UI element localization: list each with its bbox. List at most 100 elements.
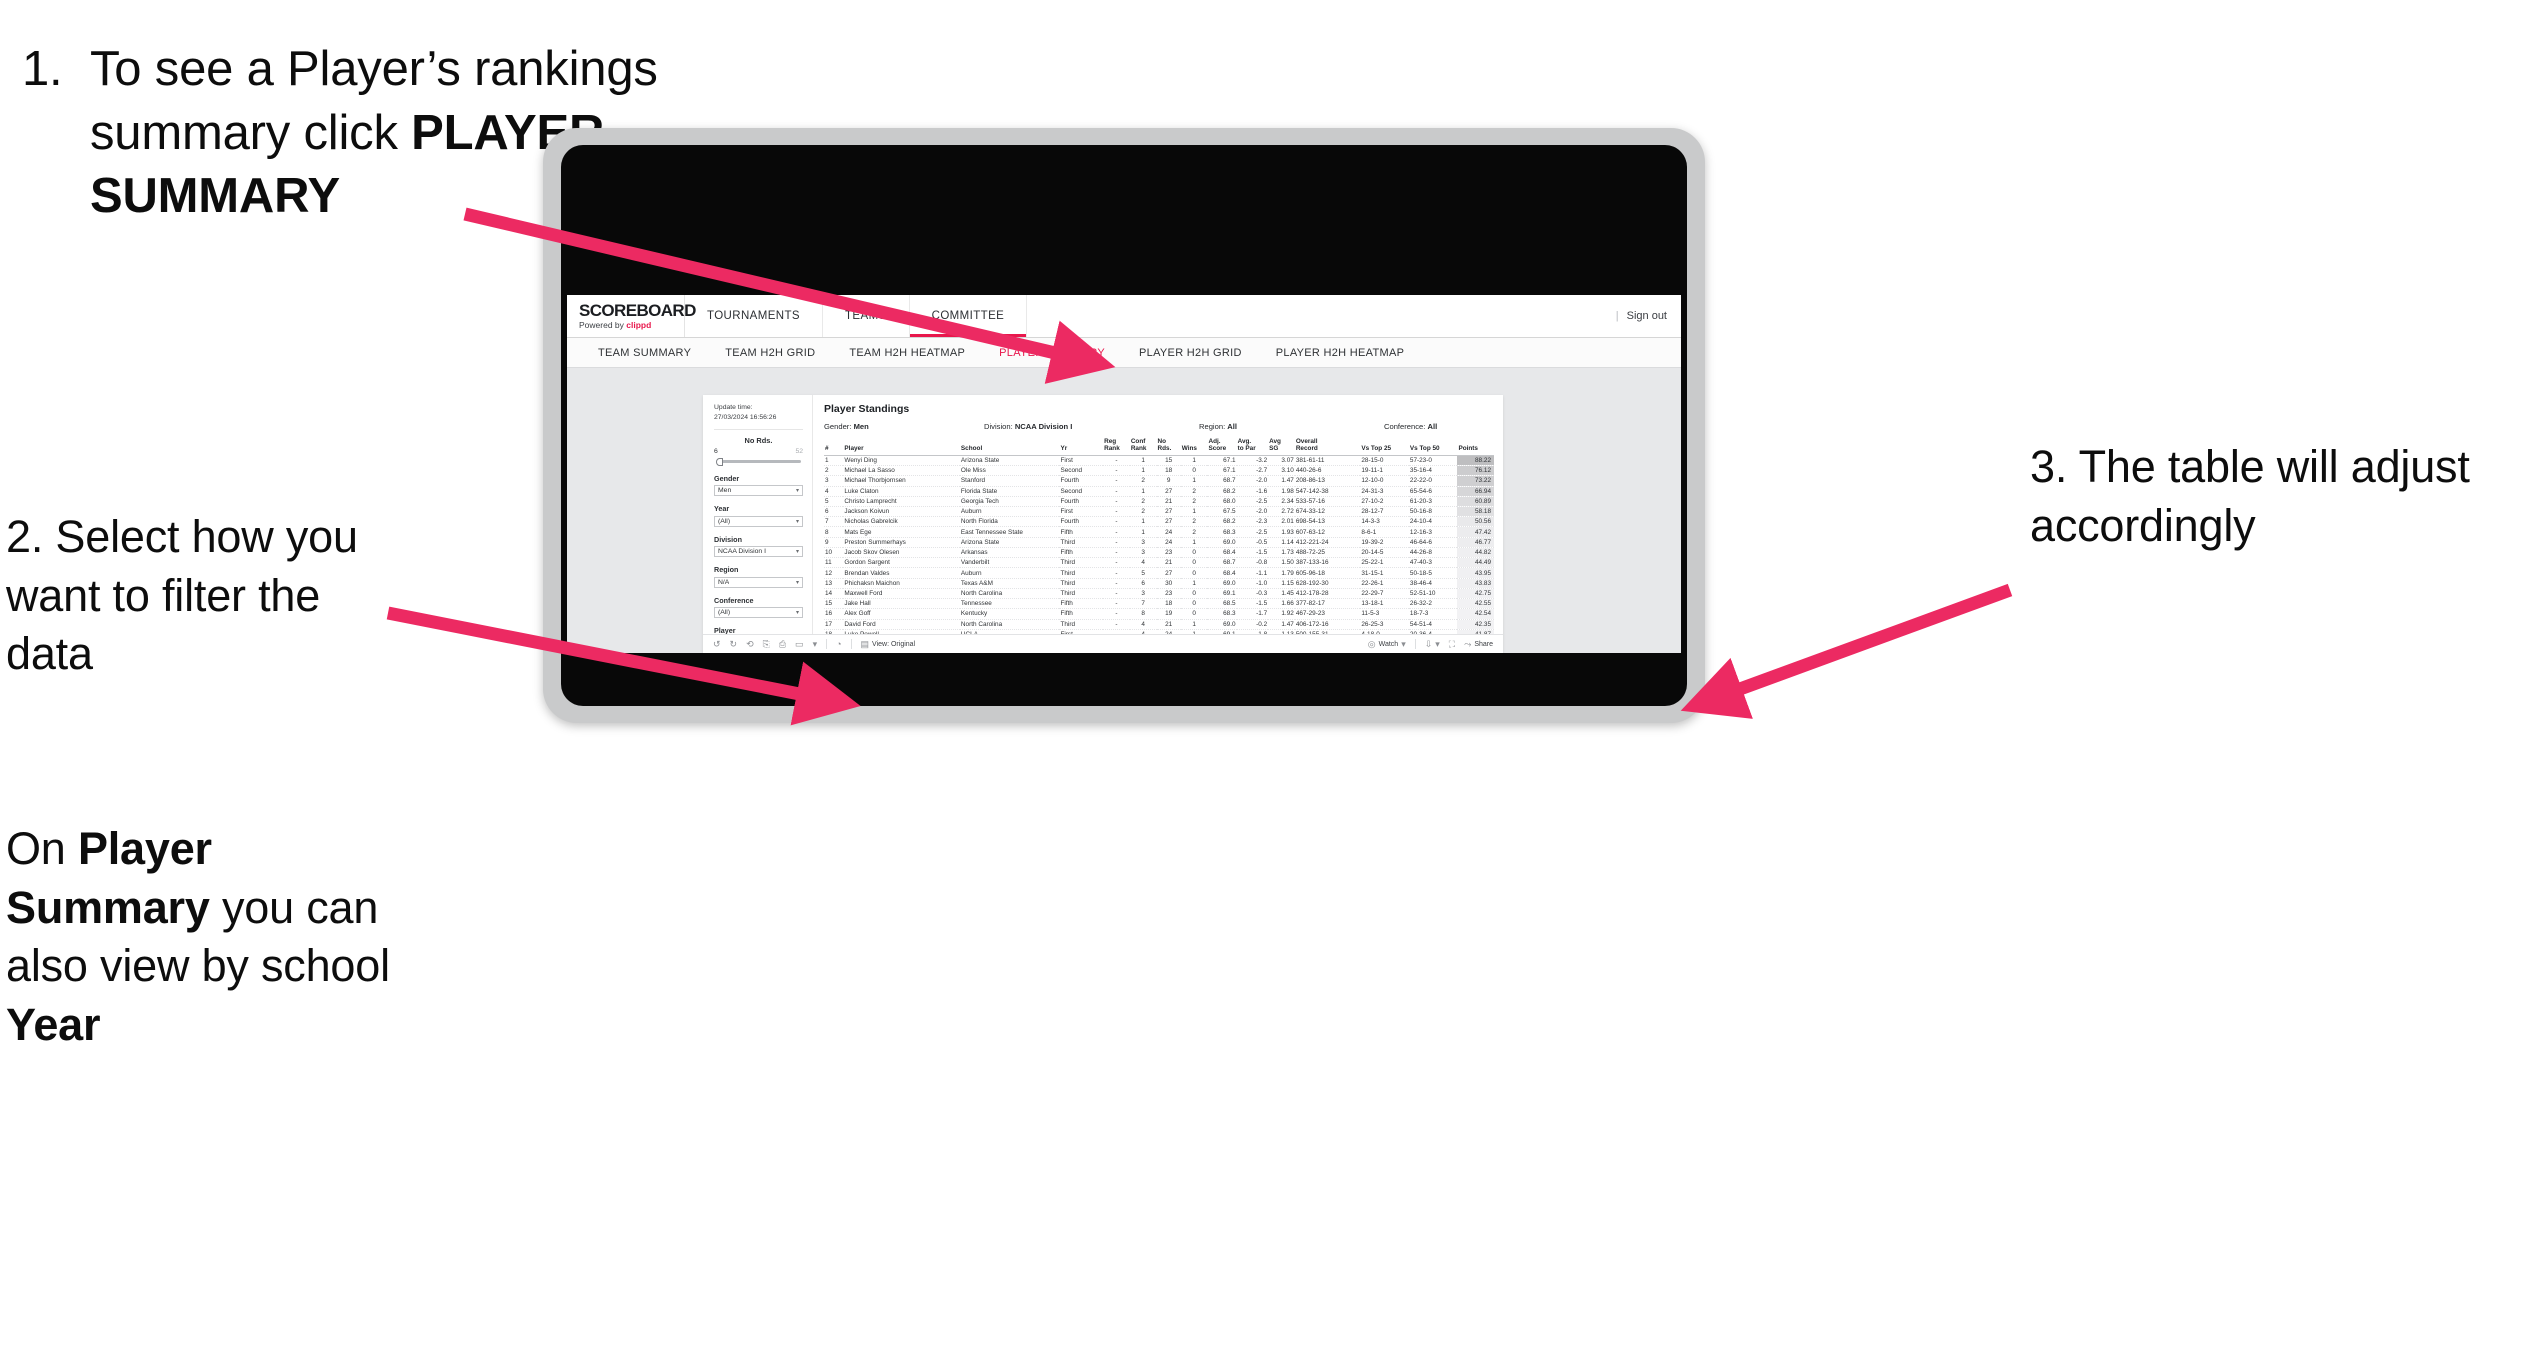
refresh-icon[interactable]: ⎘: [763, 639, 770, 649]
cell-no-rds: 21: [1156, 619, 1181, 630]
col-rank[interactable]: #: [824, 438, 844, 456]
table-row[interactable]: 8 Mats Ege East Tennessee State Fifth -1 24 2 6…: [824, 526, 1494, 538]
meta-region-label: Region:: [1199, 422, 1228, 431]
filter-gender-select[interactable]: Men ▾: [714, 485, 803, 496]
col-vs-top-50[interactable]: Vs Top 50: [1408, 438, 1458, 456]
table-row[interactable]: 7 Nicholas Gabrelcik North Florida Fourth -1…: [824, 516, 1494, 528]
meta-division-value: NCAA Division I: [1014, 422, 1073, 431]
table-row[interactable]: 14 Maxwell Ford North Carolina Third -3 23 0 69…: [824, 588, 1494, 600]
undo-icon[interactable]: ↺: [713, 639, 721, 649]
filter-region-select[interactable]: N/A ▾: [714, 576, 803, 588]
cell-avg-sg: 1.15: [1268, 578, 1295, 589]
history-icon[interactable]: ◔: [836, 639, 841, 649]
cell-avg-sg: 1.98: [1268, 486, 1295, 497]
table-row[interactable]: 4 Luke Claton Florida State Second -1 27 2 68.2…: [824, 486, 1494, 497]
cell-wins: 0: [1180, 608, 1208, 620]
subtab-player-summary[interactable]: PLAYER SUMMARY: [982, 347, 1122, 359]
table-row[interactable]: 10 Jacob Skov Olesen Arkansas Fifth -3 23 0 68.…: [824, 547, 1494, 559]
subtab-team-h2h-heatmap[interactable]: TEAM H2H HEATMAP: [832, 347, 982, 359]
col-conf-rank[interactable]: Conf Rank: [1129, 438, 1157, 456]
filter-gender[interactable]: Gender Men ▾: [714, 474, 803, 496]
col-player-l1: Player: [844, 445, 864, 453]
cell-overall-record: 605-96-18: [1294, 567, 1361, 579]
table-row[interactable]: 6 Jackson Koivun Auburn First -2 27 1 67.5 -2.0 2…: [824, 506, 1494, 518]
cell-player: Brendan Valdes: [843, 567, 960, 579]
subtab-player-h2h-grid[interactable]: PLAYER H2H GRID: [1122, 347, 1259, 359]
table-row[interactable]: 5 Christo Lamprecht Georgia Tech Fourth -2 21…: [824, 496, 1494, 508]
cell-overall-record: 387-133-16: [1294, 557, 1361, 569]
col-adj-score[interactable]: Adj. Score: [1207, 438, 1237, 456]
cell-vs-top-25: 19-11-1: [1360, 465, 1409, 477]
subtab-team-h2h-grid[interactable]: TEAM H2H GRID: [708, 347, 832, 359]
cell-wins: 1: [1180, 537, 1208, 548]
col-player[interactable]: Player: [843, 438, 960, 456]
table-row[interactable]: 16 Alex Goff Kentucky Fifth -8 19 0 68.3 -1.7 1.9…: [824, 608, 1494, 620]
col-avg-to-par[interactable]: Avg. to Par: [1236, 438, 1269, 456]
chevron-down-icon[interactable]: ▾: [813, 639, 818, 649]
col-conf-rank-l2: Rank: [1130, 445, 1147, 453]
cell-school: Auburn: [959, 506, 1060, 518]
filter-region[interactable]: Region N/A ▾: [714, 565, 803, 588]
filter-division[interactable]: Division NCAA Division I ▾: [714, 535, 803, 557]
sign-out-button[interactable]: Sign out: [1627, 310, 1667, 322]
cell-overall-record: 698-54-13: [1294, 516, 1361, 528]
cell-conf-rank: 2: [1129, 506, 1157, 518]
col-vs-top-25[interactable]: Vs Top 25: [1360, 438, 1409, 456]
table-row[interactable]: 2 Michael La Sasso Ole Miss Second -1 18 0 67.1…: [824, 465, 1494, 477]
col-avg-sg[interactable]: Avg SG: [1268, 438, 1295, 456]
cell-school: Kentucky: [959, 608, 1060, 620]
col-reg-rank[interactable]: Reg Rank: [1103, 438, 1130, 456]
watch-button[interactable]: ◎ Watch ▾: [1368, 639, 1406, 649]
share-button[interactable]: ⤳ Share: [1464, 639, 1493, 649]
cell-avg-sg: 3.10: [1268, 465, 1295, 477]
col-no-rds[interactable]: No Rds.: [1156, 438, 1181, 456]
cell-reg-rank: -: [1103, 537, 1130, 548]
cell-school: North Carolina: [959, 588, 1060, 600]
table-row[interactable]: 17 David Ford North Carolina Third -4 21 1 69.0…: [824, 619, 1494, 630]
download-button[interactable]: ⇩ ▾: [1425, 639, 1440, 649]
col-points[interactable]: Points: [1457, 438, 1494, 456]
cell-player: Jackson Koivun: [843, 506, 960, 518]
table-row[interactable]: 1 Wenyi Ding Arizona State First -1 15 1 67.1 -3…: [824, 455, 1494, 467]
view-original-button[interactable]: ▤ View: Original: [861, 639, 916, 649]
filter-year-select[interactable]: (All) ▾: [714, 515, 803, 527]
subtab-team-summary[interactable]: TEAM SUMMARY: [581, 347, 708, 359]
cell-avg-to-par: -2.0: [1236, 475, 1269, 487]
table-row[interactable]: 11 Gordon Sargent Vanderbilt Third -4 21 0 68.7…: [824, 557, 1494, 569]
pause-icon[interactable]: ⎙: [779, 639, 786, 649]
cell-player: Wenyi Ding: [843, 455, 960, 467]
nav-tab-teams[interactable]: TEAMS: [823, 295, 910, 337]
cell-adj-score: 69.0: [1207, 537, 1237, 548]
filter-division-select[interactable]: NCAA Division I ▾: [714, 546, 803, 557]
table-row[interactable]: 3 Michael Thorbjornsen Stanford Fourth -2 9 1 6…: [824, 475, 1494, 487]
subtab-player-h2h-heatmap[interactable]: PLAYER H2H HEATMAP: [1259, 347, 1421, 359]
cell-reg-rank: -: [1103, 496, 1130, 508]
cell-reg-rank: -: [1103, 516, 1130, 528]
redo-icon[interactable]: ↻: [730, 639, 738, 649]
cell-conf-rank: 8: [1129, 608, 1157, 620]
fullscreen-icon[interactable]: ⛶: [1449, 639, 1455, 649]
col-school[interactable]: School: [959, 438, 1060, 456]
nav-tab-committee[interactable]: COMMITTEE: [909, 295, 1028, 337]
table-row[interactable]: 13 Phichaksn Maichon Texas A&M Third -6 30 1 69…: [824, 578, 1494, 589]
alerts-icon[interactable]: ▭: [795, 639, 804, 649]
slider-handle[interactable]: [716, 457, 723, 466]
col-wins[interactable]: Wins: [1180, 438, 1208, 456]
table-row[interactable]: 12 Brendan Valdes Auburn Third -5 27 0 68.4 -1.1…: [824, 567, 1494, 579]
no-rounds-slider[interactable]: [714, 457, 803, 466]
filter-no-rounds[interactable]: No Rds. 6 52: [714, 436, 803, 466]
filter-conference-select[interactable]: (All) ▾: [714, 607, 803, 618]
table-row[interactable]: 9 Preston Summerhays Arizona State Third -3 2…: [824, 537, 1494, 548]
cell-yr: Third: [1059, 619, 1104, 630]
filter-year[interactable]: Year (All) ▾: [714, 504, 803, 527]
col-yr[interactable]: Yr: [1059, 438, 1104, 456]
subtab-team-summary-label: TEAM SUMMARY: [598, 346, 692, 359]
filter-conference[interactable]: Conference (All) ▾: [714, 596, 803, 618]
table-row[interactable]: 15 Jake Hall Tennessee Fifth -7 18 0 68.5 -1.5 1.…: [824, 598, 1494, 610]
col-overall-record[interactable]: Overall Record: [1294, 438, 1361, 456]
revert-icon[interactable]: ⟲: [746, 639, 754, 649]
nav-tab-tournaments[interactable]: TOURNAMENTS: [685, 295, 823, 337]
app-logo[interactable]: SCOREBOARD Powered by clippd: [567, 295, 696, 337]
view-original-label: View: Original: [872, 640, 916, 648]
cell-school: North Carolina: [959, 619, 1060, 630]
